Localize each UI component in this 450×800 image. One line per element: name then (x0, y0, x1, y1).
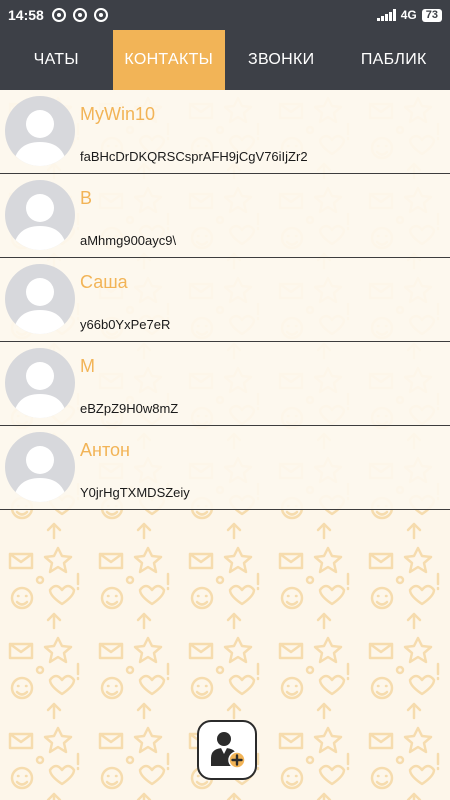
contact-list: MyWin10 faBHcDrDKQRSCsprAFH9jCgV76iIjZr2… (0, 90, 450, 510)
tab-public[interactable]: ПАБЛИК (338, 30, 450, 90)
avatar (5, 96, 75, 166)
notification-icon (93, 8, 108, 22)
status-bar: 14:58 4G 73 (0, 0, 450, 30)
contact-row[interactable]: B aMhmg900ayc9\ (0, 174, 450, 258)
avatar (5, 348, 75, 418)
add-contact-icon (211, 732, 246, 769)
contact-name: M (80, 356, 95, 376)
add-contact-button[interactable] (197, 720, 257, 780)
signal-icon (376, 9, 396, 21)
battery-icon: 73 (421, 8, 442, 22)
contact-id: eBZpZ9H0w8mZ (80, 401, 179, 416)
contact-id: Y0jrHgTXMDSZeiy (80, 485, 190, 500)
contact-id: aMhmg900ayc9\ (80, 233, 177, 248)
status-time: 14:58 (8, 7, 44, 23)
contact-name: Саша (80, 272, 128, 292)
avatar (5, 180, 75, 250)
contact-row[interactable]: Саша y66b0YxPe7eR (0, 258, 450, 342)
status-right: 4G 73 (376, 8, 442, 22)
notification-icon (51, 8, 66, 22)
contact-id: y66b0YxPe7eR (80, 317, 171, 332)
tab-bar: ЧАТЫ КОНТАКТЫ ЗВОНКИ ПАБЛИК (0, 30, 450, 90)
contact-name: B (80, 188, 93, 208)
contact-name: Антон (80, 440, 130, 460)
network-type: 4G (400, 8, 417, 22)
tab-chats[interactable]: ЧАТЫ (0, 30, 113, 90)
contact-row[interactable]: M eBZpZ9H0w8mZ (0, 342, 450, 426)
contact-row[interactable]: MyWin10 faBHcDrDKQRSCsprAFH9jCgV76iIjZr2 (0, 90, 450, 174)
avatar (5, 432, 75, 502)
contact-id: faBHcDrDKQRSCsprAFH9jCgV76iIjZr2 (80, 149, 308, 164)
contact-name: MyWin10 (80, 104, 156, 124)
contact-row[interactable]: Антон Y0jrHgTXMDSZeiy (0, 426, 450, 510)
avatar (5, 264, 75, 334)
chrome-icon (72, 8, 87, 22)
tab-calls[interactable]: ЗВОНКИ (225, 30, 338, 90)
tab-contacts[interactable]: КОНТАКТЫ (112, 30, 225, 90)
